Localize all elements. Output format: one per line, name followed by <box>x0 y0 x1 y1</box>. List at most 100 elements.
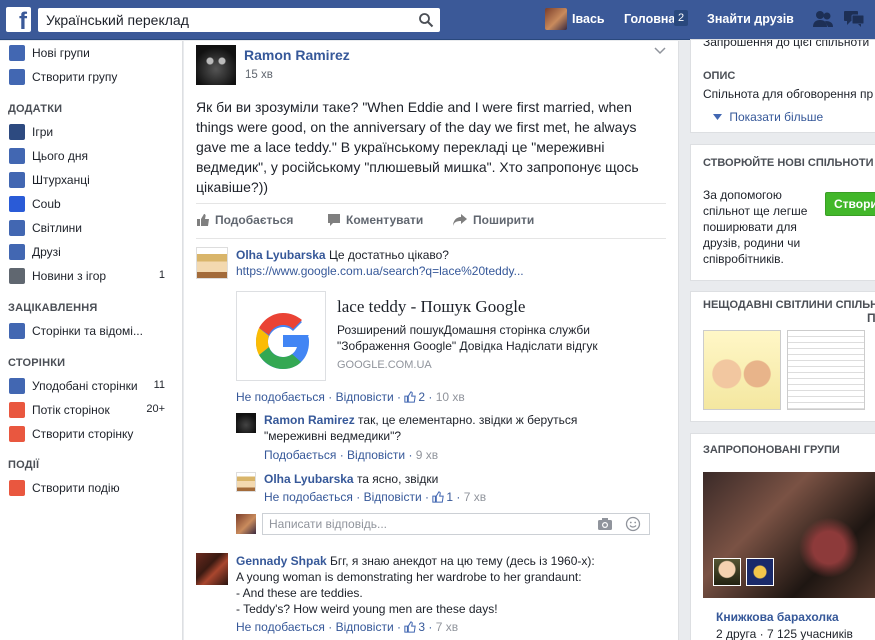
post-author-name[interactable]: Ramon Ramirez <box>244 47 350 63</box>
divider <box>196 203 666 204</box>
comment-author-avatar[interactable] <box>196 247 228 279</box>
sidebar-item[interactable]: Штурханці <box>0 169 183 191</box>
like-count[interactable]: 3 <box>404 620 425 634</box>
sidebar-item[interactable]: Створити сторінку <box>0 423 183 445</box>
reply-author-avatar[interactable] <box>236 413 256 433</box>
sidebar-item[interactable]: Уподобані сторінки 11 <box>0 375 183 397</box>
share-arrow-icon <box>453 214 467 226</box>
search-input[interactable] <box>38 8 408 32</box>
sidebar-item[interactable]: Цього дня <box>0 145 183 167</box>
poke-icon <box>9 172 25 188</box>
reply-input[interactable] <box>263 514 583 534</box>
comment-button[interactable]: Коментувати <box>327 213 423 227</box>
create-groups-heading: СТВОРЮЙТЕ НОВІ СПІЛЬНОТИ <box>703 157 874 169</box>
more-photos-arrow[interactable]: П <box>867 311 875 325</box>
group-name-link[interactable]: Книжкова барахолка <box>716 610 839 624</box>
post-text: Як би ви зрозуміли таке? "When Eddie and… <box>196 99 639 195</box>
reply-link[interactable]: Відповісти <box>336 390 394 404</box>
comment-text: Бгг, я знаю анекдот на цю тему (десь із … <box>330 554 595 568</box>
sidebar-item[interactable]: Ігри <box>0 121 183 143</box>
recent-photo-thumbnail[interactable] <box>703 330 781 410</box>
sidebar-item[interactable]: Coub <box>0 193 183 215</box>
flag-icon <box>9 402 25 418</box>
comment-line: - Teddy's? How weird young men are these… <box>236 602 498 616</box>
google-g-icon <box>256 313 309 369</box>
coub-icon <box>9 196 25 212</box>
sidebar-item-label: Цього дня <box>32 149 89 163</box>
like-count[interactable]: 1 <box>432 490 453 504</box>
link-preview-card[interactable]: lace teddy - Пошук Google Розширений пош… <box>236 291 608 383</box>
sidebar-item[interactable]: Створити подію <box>0 477 183 499</box>
like-link[interactable]: Подобається <box>264 448 336 462</box>
like-count[interactable]: 2 <box>404 390 425 404</box>
reply-link[interactable]: Відповісти <box>364 490 422 504</box>
profile-link[interactable]: Івась <box>572 12 605 26</box>
thumbs-up-icon <box>404 621 417 633</box>
about-text: Спільнота для обговорення пр <box>703 87 874 101</box>
chevron-down-icon[interactable] <box>654 47 666 55</box>
thumbs-up-icon <box>197 214 209 226</box>
sidebar-item-label: Новини з ігор <box>32 269 107 283</box>
create-groups-box: СТВОРЮЙТЕ НОВІ СПІЛЬНОТИ За допомогою сп… <box>690 144 875 281</box>
comment-time[interactable]: 7 хв <box>436 620 458 634</box>
search-icon[interactable] <box>418 12 434 28</box>
about-heading: ОПИС <box>703 70 736 82</box>
reply-author[interactable]: Ramon Ramirez <box>264 413 355 427</box>
like-count-value: 3 <box>418 620 426 634</box>
facebook-logo[interactable]: f <box>6 7 31 32</box>
sidebar-item[interactable]: Новини з ігор 1 <box>0 265 183 287</box>
messages-icon[interactable] <box>843 10 865 28</box>
reply: Ramon Ramirez так, це елементарно. звідк… <box>264 412 604 444</box>
member-avatar[interactable] <box>746 558 774 586</box>
sidebar-item[interactable]: Створити групу <box>0 66 183 88</box>
clock-icon <box>9 148 25 164</box>
sidebar-item[interactable]: Сторінки та відомі... <box>0 320 183 342</box>
reply-author[interactable]: Olha Lyubarska <box>264 472 354 486</box>
unlike-link[interactable]: Не подобається <box>236 390 325 404</box>
sidebar-item[interactable]: Світлини <box>0 217 183 239</box>
reply-author-avatar[interactable] <box>236 472 256 492</box>
emoji-icon[interactable] <box>625 516 641 532</box>
description-line: поширювати для <box>703 220 797 234</box>
home-link[interactable]: Головна <box>624 12 675 26</box>
post-timestamp[interactable]: 15 хв <box>245 69 273 81</box>
camera-icon[interactable] <box>597 517 613 531</box>
right-column: Запрошення до цієї спільноти ОПИС Спільн… <box>690 39 875 640</box>
home-count-badge: 2 <box>674 10 689 26</box>
like-button[interactable]: Подобається <box>196 213 293 227</box>
show-more-link[interactable]: Показати більше <box>713 110 823 124</box>
unlike-link[interactable]: Не подобається <box>236 620 325 634</box>
reply-composer[interactable] <box>262 513 650 535</box>
description-line: За допомогою <box>703 188 782 202</box>
search-box[interactable] <box>38 8 440 32</box>
sidebar-item[interactable]: Потік сторінок 20+ <box>0 399 183 421</box>
create-group-button[interactable]: Створи <box>825 192 875 216</box>
create-page-icon <box>9 426 25 442</box>
comment-author[interactable]: Olha Lyubarska <box>236 248 326 262</box>
comment-line: A young woman is demonstrating her wardr… <box>236 570 582 584</box>
friend-requests-icon[interactable] <box>812 10 834 28</box>
top-bar: f Івась Головна 2 Знайти друзів <box>0 0 875 40</box>
friends-icon <box>9 244 25 260</box>
unlike-link[interactable]: Не подобається <box>264 490 353 504</box>
reply-time[interactable]: 7 хв <box>464 490 486 504</box>
user-avatar[interactable] <box>545 8 567 30</box>
sidebar-item[interactable]: Нові групи <box>0 42 183 64</box>
member-avatar[interactable] <box>713 558 741 586</box>
reply-time[interactable]: 9 хв <box>416 448 438 462</box>
sidebar-item[interactable]: Друзі <box>0 241 183 263</box>
sidebar-section-heading: ДОДАТКИ <box>8 103 63 115</box>
share-button[interactable]: Поширити <box>452 213 534 227</box>
recent-photo-thumbnail[interactable] <box>787 330 865 410</box>
google-logo-thumbnail[interactable] <box>236 291 326 381</box>
post-author-avatar[interactable] <box>196 45 236 85</box>
link-preview-title[interactable]: lace teddy - Пошук Google <box>337 297 525 317</box>
reply-link[interactable]: Відповісти <box>336 620 394 634</box>
comment-author[interactable]: Gennady Shpak <box>236 554 327 568</box>
comment-author-avatar[interactable] <box>196 553 228 585</box>
reply-link[interactable]: Відповісти <box>347 448 405 462</box>
comment-time[interactable]: 10 хв <box>436 390 465 404</box>
comment-link[interactable]: https://www.google.com.ua/search?q=lace%… <box>236 264 524 278</box>
find-friends-link[interactable]: Знайти друзів <box>707 12 794 26</box>
suggested-groups-box: ЗАПРОПОНОВАНІ ГРУПИ Книжкова барахолка 2… <box>690 433 875 640</box>
